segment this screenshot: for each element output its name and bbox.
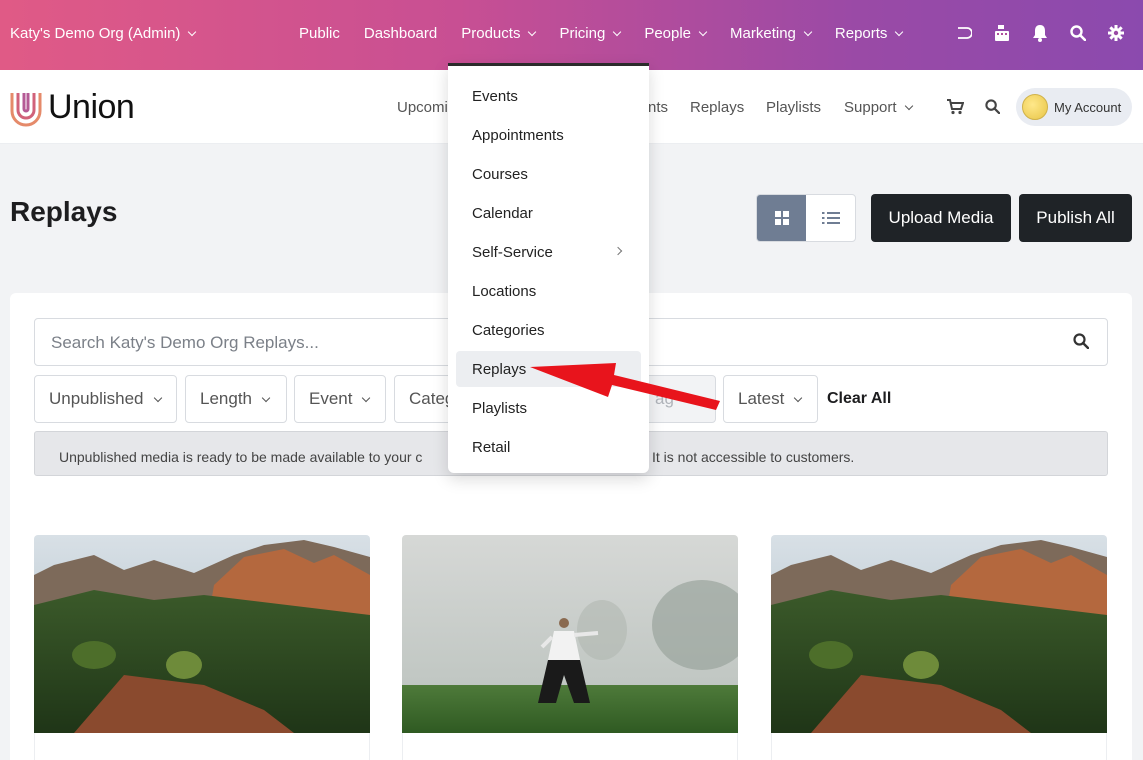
union-logo-icon [10, 92, 42, 126]
admin-nav-label: Dashboard [363, 25, 438, 42]
site-search-icon[interactable] [985, 99, 1001, 119]
chevron-down-icon [613, 27, 622, 37]
admin-nav-reports[interactable]: Reports [834, 25, 904, 42]
avatar [1022, 94, 1048, 120]
chevron-down-icon [188, 27, 197, 37]
site-nav-support-label: Support [844, 99, 897, 116]
menu-item-label: Calendar [472, 204, 533, 222]
menu-item-appointments[interactable]: Appointments [456, 117, 641, 153]
menu-item-retail[interactable]: Retail [456, 429, 641, 465]
chevron-down-icon [528, 27, 537, 37]
admin-nav-marketing[interactable]: Marketing [730, 25, 813, 42]
search-icon[interactable] [1069, 22, 1087, 44]
grid-view-button[interactable] [757, 195, 806, 241]
admin-nav-pricing[interactable]: Pricing [559, 25, 622, 42]
event-filter-value: Event [309, 389, 353, 408]
menu-item-label: Courses [472, 165, 528, 183]
notice-text-left: Unpublished media is ready to be made av… [59, 449, 423, 465]
menu-item-self-service[interactable]: Self-Service [456, 234, 641, 270]
admin-icon-group [955, 22, 1125, 44]
menu-item-label: Self-Service [472, 243, 553, 261]
admin-nav-label: Products [461, 25, 521, 42]
replay-card-body [771, 733, 1107, 760]
upload-media-button[interactable]: Upload Media [871, 194, 1011, 242]
site-nav-playlists[interactable]: Playlists [766, 99, 821, 116]
my-account-button[interactable]: My Account [1016, 88, 1132, 126]
menu-item-calendar[interactable]: Calendar [456, 195, 641, 231]
length-filter[interactable]: Length [185, 375, 287, 423]
admin-nav-label: Pricing [559, 25, 606, 42]
admin-nav-products[interactable]: Products [461, 25, 537, 42]
my-account-label: My Account [1054, 99, 1122, 115]
sort-select[interactable]: Latest [723, 375, 818, 423]
sort-select-value: Latest [738, 389, 785, 408]
admin-nav-label: People [644, 25, 692, 42]
cash-register-icon[interactable] [993, 22, 1011, 44]
list-icon [821, 212, 840, 224]
chevron-down-icon [153, 393, 162, 402]
admin-nav-public[interactable]: Public [299, 25, 340, 42]
search-placeholder: Search Katy's Demo Org Replays... [51, 333, 319, 352]
menu-item-courses[interactable]: Courses [456, 156, 641, 192]
admin-nav-dashboard[interactable]: Dashboard [364, 25, 437, 42]
chevron-right-icon [613, 246, 623, 256]
notice-text-right: It is not accessible to customers. [652, 449, 855, 465]
chevron-down-icon [803, 27, 813, 37]
status-filter[interactable]: Unpublished [34, 375, 177, 423]
replay-card-body [34, 733, 370, 760]
bell-icon[interactable] [1031, 22, 1049, 44]
view-toggle [756, 194, 856, 242]
category-filter[interactable]: Categ [394, 375, 454, 423]
menu-item-categories[interactable]: Categories [456, 312, 641, 348]
chevron-down-icon [904, 101, 913, 111]
site-nav-replays[interactable]: Replays [690, 99, 744, 116]
replay-card-body [402, 733, 738, 760]
chevron-down-icon [261, 393, 271, 402]
admin-nav-people[interactable]: People [644, 25, 708, 42]
menu-item-label: Appointments [472, 126, 564, 144]
menu-item-label: Replays [472, 360, 527, 378]
site-nav-events[interactable]: nts [648, 99, 668, 116]
cart-icon[interactable] [946, 99, 965, 120]
menu-item-events[interactable]: Events [456, 78, 641, 114]
menu-item-label: Retail [472, 438, 511, 456]
chevron-down-icon [362, 393, 371, 402]
annotation-arrow [530, 363, 720, 410]
replay-thumbnail[interactable] [34, 535, 370, 733]
menu-item-locations[interactable]: Locations [456, 273, 641, 309]
status-filter-value: Unpublished [49, 389, 144, 408]
length-filter-value: Length [200, 389, 252, 408]
menu-item-label: Categories [472, 321, 545, 339]
chevron-down-icon [895, 27, 904, 37]
list-view-button[interactable] [806, 195, 855, 241]
admin-nav-label: Marketing [730, 25, 796, 42]
grid-icon [774, 211, 789, 225]
menu-item-label: Playlists [472, 399, 528, 417]
admin-top-bar: Katy's Demo Org (Admin) Public Dashboard… [0, 0, 1143, 70]
event-filter[interactable]: Event [294, 375, 386, 423]
menu-item-label: Locations [472, 282, 537, 300]
admin-nav-label: Reports [834, 25, 888, 42]
admin-nav: Public Dashboard Products Pricing People… [299, 25, 926, 42]
chevron-down-icon [794, 393, 803, 402]
replay-thumbnail[interactable] [402, 535, 738, 733]
exit-icon[interactable] [955, 22, 973, 44]
union-logo[interactable]: Union [10, 88, 135, 127]
menu-item-label: Events [472, 87, 518, 105]
site-nav-support[interactable]: Support [844, 99, 913, 116]
publish-all-button[interactable]: Publish All [1019, 194, 1132, 242]
replay-thumbnail[interactable] [771, 535, 1107, 733]
gear-icon[interactable] [1107, 22, 1125, 44]
org-switcher-label: Katy's Demo Org (Admin) [10, 25, 181, 42]
brand-name: Union [48, 88, 135, 126]
page-title: Replays [10, 196, 118, 227]
chevron-down-icon [698, 27, 708, 37]
admin-nav-label: Public [299, 25, 340, 42]
org-switcher[interactable]: Katy's Demo Org (Admin) [10, 25, 197, 42]
clear-all-link[interactable]: Clear All [827, 390, 891, 408]
search-icon[interactable] [1073, 333, 1090, 354]
site-nav-upcoming[interactable]: Upcomi [397, 99, 448, 116]
